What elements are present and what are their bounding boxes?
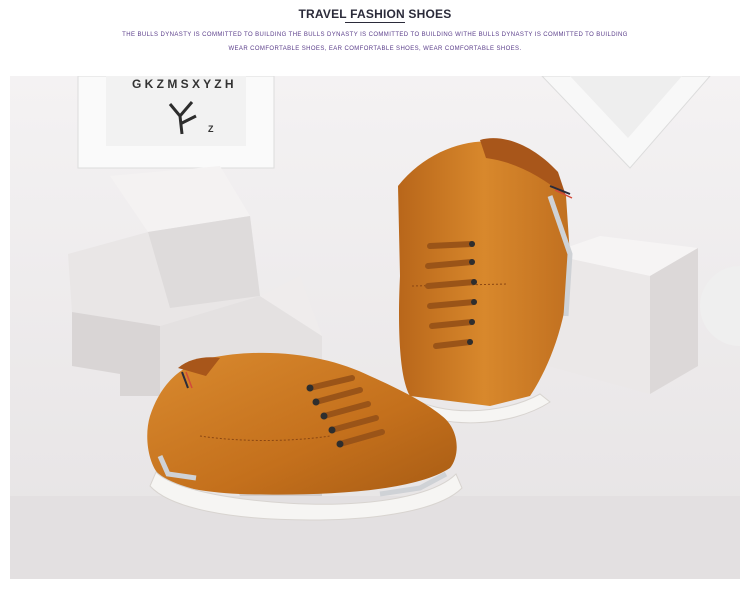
- title-underline: [345, 22, 405, 23]
- page-title: TRAVEL FASHION SHOES: [298, 7, 452, 21]
- subtitle-line-2: WEAR COMFORTABLE SHOES, EAR COMFORTABLE …: [228, 46, 522, 52]
- frame-art-initial: Z: [208, 124, 214, 134]
- picture-frame: G K Z M S X Y Z H Z: [77, 76, 275, 169]
- page-header: TRAVEL FASHION SHOES THE BULLS DYNASTY I…: [0, 0, 750, 76]
- subtitle-line-1: THE BULLS DYNASTY IS COMMITTED TO BUILDI…: [122, 32, 628, 38]
- product-photo: G K Z M S X Y Z H Z: [10, 76, 740, 579]
- frame-art-letters: G K Z M S X Y Z H: [132, 77, 234, 91]
